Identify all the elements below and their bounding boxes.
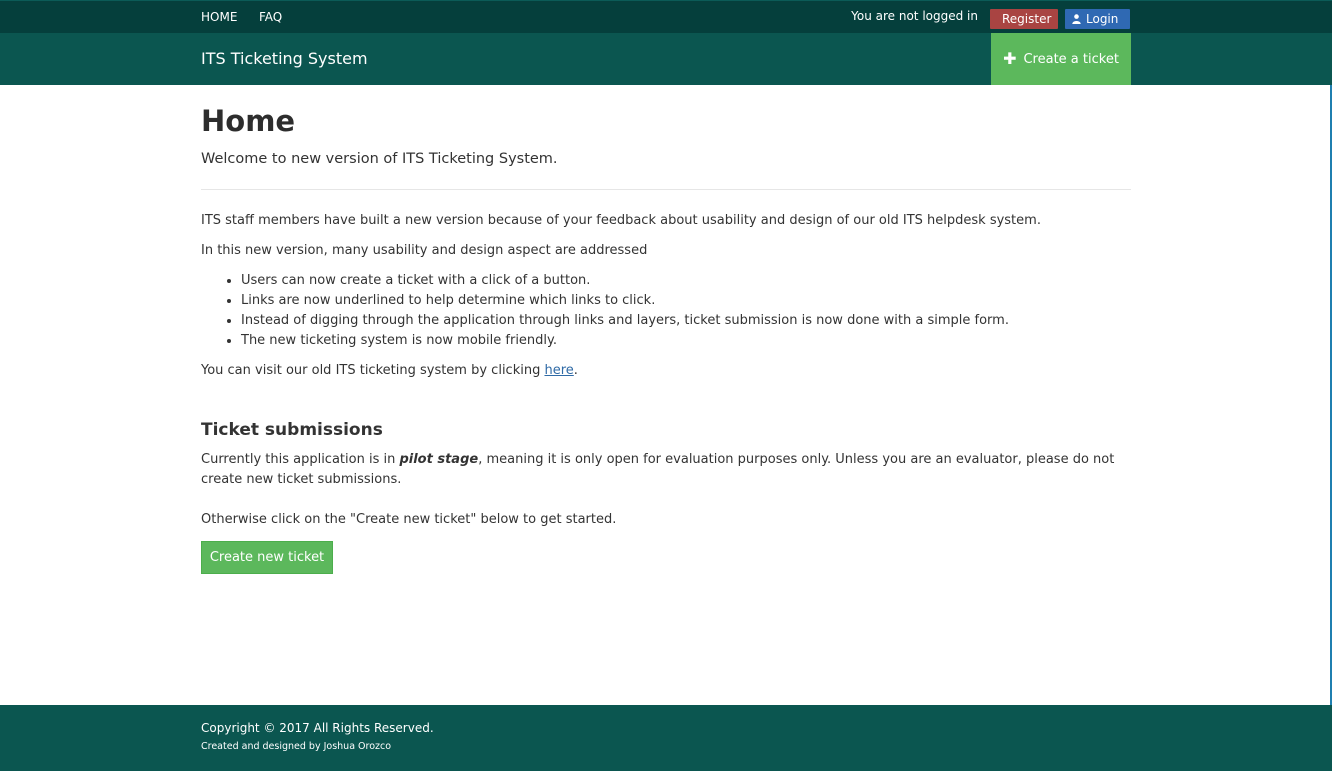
user-icon [1072,14,1081,24]
list-item: Links are now underlined to help determi… [241,291,1171,311]
create-ticket-nav-button[interactable]: ✚ Create a ticket [991,33,1131,85]
features-list: Users can now create a ticket with a cli… [201,271,1171,351]
list-item: Instead of digging through the applicati… [241,311,1171,331]
login-button[interactable]: Login [1065,9,1130,29]
nav-faq-link[interactable]: FAQ [259,10,282,24]
brand-navbar: ITS Ticketing System ✚ Create a ticket [0,33,1332,85]
login-label: Login [1086,12,1119,26]
create-new-ticket-button[interactable]: Create new ticket [201,541,333,574]
welcome-lead: Welcome to new version of ITS Ticketing … [201,151,558,167]
improvements-paragraph: In this new version, many usability and … [201,243,648,258]
pilot-prefix: Currently this application is in [201,452,400,467]
old-system-link[interactable]: here [544,363,573,378]
copyright-text: Copyright © 2017 All Rights Reserved. [201,721,434,735]
intro-paragraph: ITS staff members have built a new versi… [201,213,1041,228]
pilot-paragraph: Currently this application is in pilot s… [201,450,1131,490]
old-system-prefix: You can visit our old ITS ticketing syst… [201,363,545,378]
credit-text: Created and designed by Joshua Orozco [201,741,392,752]
register-button[interactable]: Register [990,9,1058,29]
nav-home-link[interactable]: HOME [201,10,237,24]
old-system-suffix: . [573,363,578,378]
list-item: The new ticketing system is now mobile f… [241,331,1171,351]
footer: Copyright © 2017 All Rights Reserved. Cr… [0,705,1332,771]
register-label: Register [1002,12,1052,26]
list-item: Users can now create a ticket with a cli… [241,271,1171,291]
ticket-submissions-heading: Ticket submissions [201,420,383,440]
divider [201,189,1131,190]
plus-icon: ✚ [1003,49,1017,68]
page-title: Home [201,104,296,138]
old-system-paragraph: You can visit our old ITS ticketing syst… [201,361,1131,381]
top-navbar: HOME FAQ You are not logged in Register … [0,0,1332,33]
brand-title[interactable]: ITS Ticketing System [201,49,368,68]
create-ticket-nav-label: Create a ticket [1023,51,1119,67]
otherwise-paragraph: Otherwise click on the "Create new ticke… [201,512,617,527]
pilot-emphasis: pilot stage [399,452,479,467]
login-status-text: You are not logged in [851,9,978,23]
